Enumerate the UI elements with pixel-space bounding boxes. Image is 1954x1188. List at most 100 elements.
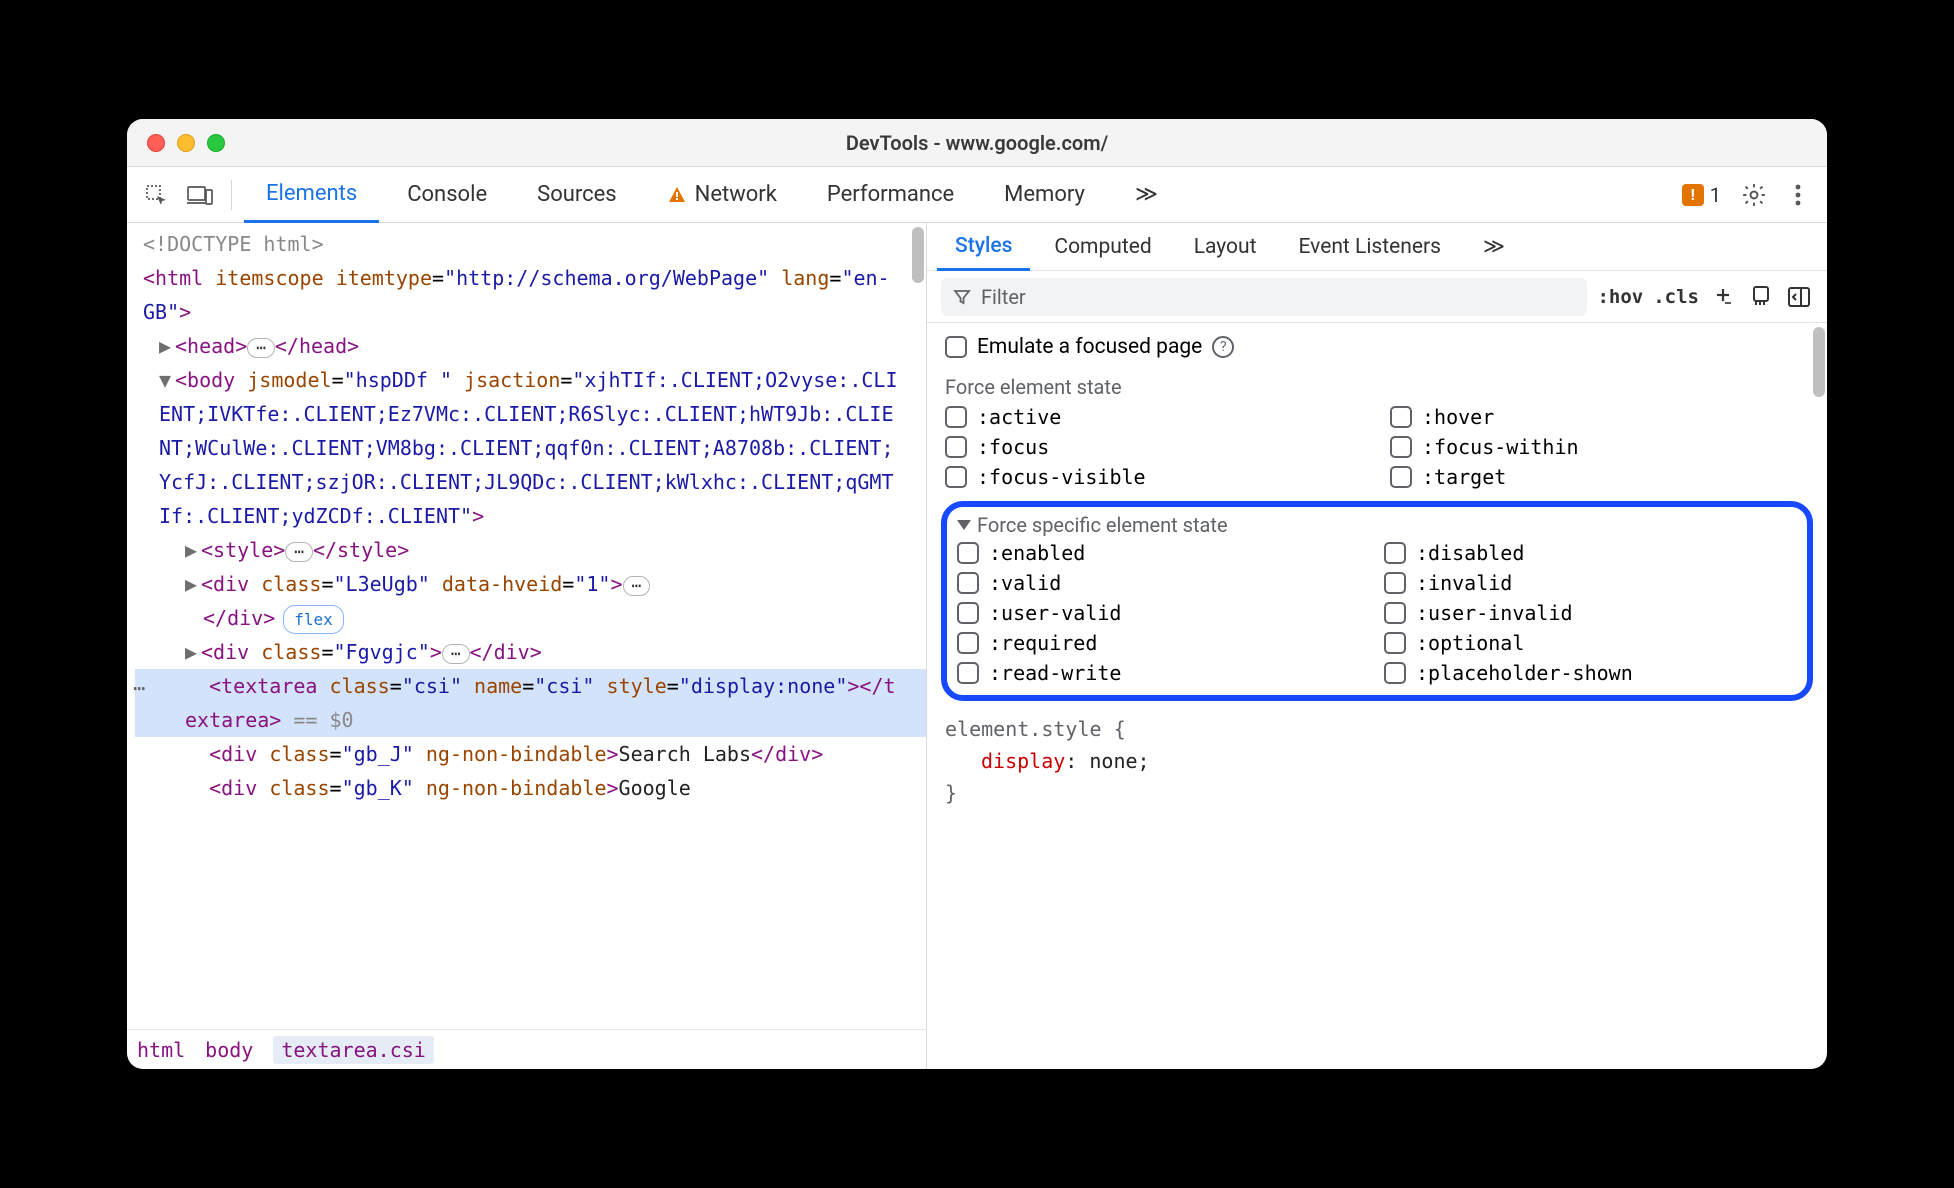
- ellipsis-chip[interactable]: ⋯: [623, 576, 651, 596]
- state-enabled[interactable]: :enabled: [957, 541, 1370, 565]
- subtab-event-listeners[interactable]: Event Listeners: [1280, 223, 1458, 271]
- cls-toggle[interactable]: .cls: [1653, 286, 1699, 308]
- state-user-valid[interactable]: :user-valid: [957, 601, 1370, 625]
- checkbox[interactable]: [1384, 662, 1406, 684]
- emulate-focused-checkbox[interactable]: [945, 336, 967, 358]
- ellipsis-chip[interactable]: ⋯: [247, 338, 275, 358]
- tab-console[interactable]: Console: [385, 167, 509, 223]
- force-state-label: Force element state: [939, 371, 1827, 405]
- dom-html-open[interactable]: <html itemscope itemtype="http://schema.…: [135, 261, 926, 329]
- filter-placeholder: Filter: [981, 285, 1026, 309]
- crumb-html[interactable]: html: [137, 1038, 185, 1062]
- checkbox[interactable]: [945, 406, 967, 428]
- state-active[interactable]: :active: [945, 405, 1376, 429]
- state-required[interactable]: :required: [957, 631, 1370, 655]
- styles-sidebar: Styles Computed Layout Event Listeners ≫…: [927, 223, 1827, 1069]
- style-close: }: [945, 781, 957, 805]
- tab-performance[interactable]: Performance: [805, 167, 976, 223]
- checkbox[interactable]: [1390, 466, 1412, 488]
- devtools-window: DevTools - www.google.com/ Elements Cons…: [127, 119, 1827, 1069]
- state-target[interactable]: :target: [1390, 465, 1821, 489]
- subtab-styles[interactable]: Styles: [937, 223, 1030, 271]
- maximize-window-button[interactable]: [207, 134, 225, 152]
- state-disabled[interactable]: :disabled: [1384, 541, 1797, 565]
- checkbox[interactable]: [1384, 602, 1406, 624]
- force-state-grid: :active :hover :focus :focus-within :foc…: [939, 405, 1827, 499]
- flex-badge[interactable]: flex: [283, 605, 344, 634]
- tab-more[interactable]: ≫: [1113, 167, 1180, 223]
- chevron-down-icon: [957, 520, 971, 530]
- ellipsis-chip[interactable]: ⋯: [285, 542, 313, 562]
- minimize-window-button[interactable]: [177, 134, 195, 152]
- state-focus-visible[interactable]: :focus-visible: [945, 465, 1376, 489]
- settings-icon[interactable]: [1735, 176, 1773, 214]
- state-placeholder-shown[interactable]: :placeholder-shown: [1384, 661, 1797, 685]
- crumb-body[interactable]: body: [205, 1038, 253, 1062]
- emulate-focused-label: Emulate a focused page: [977, 335, 1202, 359]
- dom-style[interactable]: ▶<style>⋯</style>: [135, 533, 926, 567]
- style-val[interactable]: : none;: [1065, 749, 1149, 773]
- elements-panel: <!DOCTYPE html> <html itemscope itemtype…: [127, 223, 927, 1069]
- checkbox[interactable]: [1384, 542, 1406, 564]
- subtab-more[interactable]: ≫: [1465, 223, 1523, 271]
- breadcrumb: html body textarea.csi: [127, 1029, 926, 1069]
- checkbox[interactable]: [957, 662, 979, 684]
- dom-head[interactable]: ▶<head>⋯</head>: [135, 329, 926, 363]
- device-toolbar-icon[interactable]: [181, 176, 219, 214]
- checkbox[interactable]: [1384, 632, 1406, 654]
- inspect-element-icon[interactable]: [137, 176, 175, 214]
- crumb-textarea[interactable]: textarea.csi: [273, 1036, 434, 1064]
- style-prop[interactable]: display: [945, 749, 1065, 773]
- filter-input[interactable]: Filter: [941, 278, 1587, 316]
- dom-tree[interactable]: <!DOCTYPE html> <html itemscope itemtype…: [127, 223, 926, 1029]
- checkbox[interactable]: [945, 466, 967, 488]
- state-invalid[interactable]: :invalid: [1384, 571, 1797, 595]
- state-user-invalid[interactable]: :user-invalid: [1384, 601, 1797, 625]
- checkbox[interactable]: [957, 632, 979, 654]
- dom-div-fgvgjc[interactable]: ▶<div class="Fgvgjc">⋯</div>: [135, 635, 926, 669]
- dom-div-gbj[interactable]: <div class="gb_J" ng-non-bindable>Search…: [135, 737, 926, 771]
- checkbox[interactable]: [957, 602, 979, 624]
- scrollbar[interactable]: [1813, 327, 1825, 397]
- scrollbar[interactable]: [912, 227, 924, 283]
- ellipsis-chip[interactable]: ⋯: [442, 644, 470, 664]
- state-focus[interactable]: :focus: [945, 435, 1376, 459]
- state-focus-within[interactable]: :focus-within: [1390, 435, 1821, 459]
- state-optional[interactable]: :optional: [1384, 631, 1797, 655]
- element-style-block[interactable]: element.style { display: none; }: [939, 709, 1827, 813]
- dom-body-open[interactable]: ▼<body jsmodel="hspDDf " jsaction="xjhTI…: [135, 363, 926, 533]
- new-style-rule-icon[interactable]: [1709, 283, 1737, 311]
- dom-doctype: <!DOCTYPE html>: [143, 232, 324, 256]
- subtab-computed[interactable]: Computed: [1036, 223, 1169, 271]
- force-specific-grid: :enabled :disabled :valid :invalid :user…: [957, 541, 1797, 685]
- close-window-button[interactable]: [147, 134, 165, 152]
- dom-textarea-selected[interactable]: ⋯ <textarea class="csi" name="csi" style…: [135, 669, 926, 737]
- computed-panel-toggle-icon[interactable]: [1785, 283, 1813, 311]
- copy-styles-icon[interactable]: [1747, 283, 1775, 311]
- checkbox[interactable]: [1390, 406, 1412, 428]
- tab-sources[interactable]: Sources: [515, 167, 639, 223]
- selected-marker: == $0: [281, 708, 353, 732]
- checkbox[interactable]: [957, 542, 979, 564]
- subtab-layout[interactable]: Layout: [1176, 223, 1275, 271]
- issues-icon: !: [1682, 184, 1704, 206]
- tab-elements[interactable]: Elements: [244, 167, 379, 223]
- checkbox[interactable]: [1384, 572, 1406, 594]
- state-hover[interactable]: :hover: [1390, 405, 1821, 429]
- state-read-write[interactable]: :read-write: [957, 661, 1370, 685]
- styles-toolbar: Filter :hov .cls: [927, 271, 1827, 323]
- gutter-dots-icon: ⋯: [133, 671, 145, 705]
- dom-div-gbk[interactable]: <div class="gb_K" ng-non-bindable>Google: [135, 771, 926, 805]
- kebab-menu-icon[interactable]: [1779, 176, 1817, 214]
- issues-badge[interactable]: ! 1: [1674, 183, 1729, 207]
- dom-div-l3eugb[interactable]: ▶<div class="L3eUgb" data-hveid="1">⋯</d…: [135, 567, 926, 635]
- force-specific-header[interactable]: Force specific element state: [957, 513, 1797, 541]
- state-valid[interactable]: :valid: [957, 571, 1370, 595]
- checkbox[interactable]: [945, 436, 967, 458]
- hov-toggle[interactable]: :hov: [1597, 286, 1643, 308]
- help-icon[interactable]: ?: [1212, 336, 1234, 358]
- tab-memory[interactable]: Memory: [982, 167, 1107, 223]
- checkbox[interactable]: [957, 572, 979, 594]
- checkbox[interactable]: [1390, 436, 1412, 458]
- tab-network[interactable]: Network: [645, 167, 799, 223]
